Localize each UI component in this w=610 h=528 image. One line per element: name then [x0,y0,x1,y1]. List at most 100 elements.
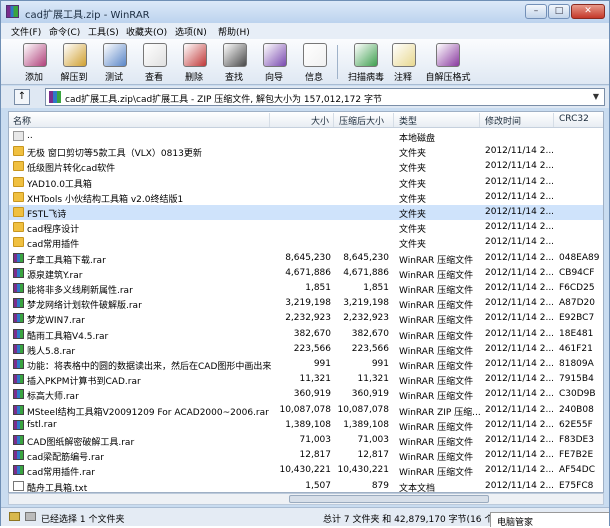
file-name: 源泉建筑Y.rar [27,270,83,281]
file-packed-size: 1,851 [363,283,389,293]
test-button[interactable]: 测试 [95,41,133,83]
file-type: WinRAR 压缩文件 [399,377,474,388]
file-type: WinRAR 压缩文件 [399,346,474,357]
column-divider[interactable] [269,113,270,127]
table-row[interactable]: 梦龙WIN7.rar 2,232,923 2,232,923 WinRAR 压缩文件 2… [9,311,603,326]
scrollbar-thumb[interactable] [289,495,489,503]
file-name: .. [27,131,33,141]
table-row[interactable]: 贱人5.8.rar 223,566 223,566 WinRAR 压缩文件 2012/1… [9,342,603,357]
horizontal-scrollbar[interactable] [8,493,604,505]
table-row[interactable]: 功能：将表格中的圆的数据读出来，然后在CAD图形中画出来... 991 991 Win… [9,357,603,372]
column-name[interactable]: 名称 [13,114,31,127]
table-row[interactable]: 酷舟工具箱.txt 1,507 879 文本文档 2012/11/14 2... E75F… [9,479,603,492]
file-name: 功能：将表格中的圆的数据读出来，然后在CAD图形中画出来... [27,362,272,372]
file-crc: E75FC8 [559,480,594,491]
file-packed-size: 71,003 [357,435,390,445]
column-crc[interactable]: CRC32 [559,114,589,124]
view-button[interactable]: 查看 [135,41,173,83]
table-row[interactable]: XHTools 小伙结构工具箱 v2.0终结版1 文件夹 2012/11/14 2.… [9,190,603,205]
menu-favorites[interactable]: 收藏夹(O) [126,25,167,38]
virus-scan-icon [354,43,378,67]
window-title: cad扩展工具.zip - WinRAR [25,10,150,21]
rar-file-icon [13,267,24,278]
comment-button[interactable]: 注释 [384,41,422,83]
rar-file-icon [13,419,24,430]
folder-icon [13,161,24,172]
table-row[interactable]: MSteel结构工具箱V20091209 For ACAD2000~2006.r… [9,403,603,418]
table-row[interactable]: 酷雨工具箱V4.5.rar 382,670 382,670 WinRAR 压缩文件 20… [9,327,603,342]
rar-file-icon [13,359,24,369]
find-button[interactable]: 查找 [215,41,253,83]
minimize-button[interactable]: – [525,4,547,19]
info-button[interactable]: 信息 [295,41,333,83]
table-row[interactable]: 低级图片转化cad软件 文件夹 2012/11/14 2... [9,159,603,174]
title-bar[interactable]: cad扩展工具.zip - WinRAR – □ ✕ [1,1,609,23]
file-type: WinRAR 压缩文件 [399,453,474,464]
file-modified: 2012/11/14 2... [485,404,555,415]
column-divider[interactable] [553,113,554,127]
file-crc: 81809A [559,359,594,369]
column-divider[interactable] [333,113,334,127]
table-row[interactable]: .. 本地磁盘 [9,129,603,144]
column-size[interactable]: 大小 [311,114,329,127]
file-packed-size: 382,670 [351,328,389,339]
chevron-down-icon[interactable]: ▼ [590,91,602,103]
table-row[interactable]: cad梁配筋编号.rar 12,817 12,817 WinRAR 压缩文件 2012/… [9,448,603,464]
toolbar-separator [337,45,338,79]
column-packed[interactable]: 压缩后大小 [339,114,384,127]
file-type: WinRAR 压缩文件 [399,392,474,403]
file-modified: 2012/11/14 2... [485,191,555,202]
file-size: 1,389,108 [285,419,331,430]
file-packed-size: 8,645,230 [343,252,389,263]
column-divider[interactable] [479,113,480,127]
folder-icon [13,146,24,157]
table-row[interactable]: 标高大师.rar 360,919 360,919 WinRAR 压缩文件 2012/11… [9,387,603,403]
file-name: 梦龙网络计划软件破解版.rar [27,301,142,312]
file-packed-size: 10,430,221 [337,465,389,476]
menu-tools[interactable]: 工具(S) [88,25,119,38]
virus-scan-button[interactable]: 扫描病毒 [343,41,389,83]
menu-command[interactable]: 命令(C) [49,25,80,38]
maximize-button[interactable]: □ [548,4,570,19]
table-row[interactable]: 无极 窗口剪切等5款工具（VLX）0813更新 文件夹 2012/11/14 2..… [9,144,603,159]
delete-button[interactable]: 删除 [175,41,213,83]
test-icon [103,43,127,67]
menu-help[interactable]: 帮助(H) [218,25,250,38]
archive-path: cad扩展工具.zip\cad扩展工具 - ZIP 压缩文件, 解包大小为 15… [65,95,382,105]
info-icon [303,43,327,67]
table-row[interactable]: 子章工具箱下载.rar 8,645,230 8,645,230 WinRAR 压缩文件… [9,251,603,266]
column-modified[interactable]: 修改时间 [485,114,521,127]
column-divider[interactable] [393,113,394,127]
archive-icon [49,91,61,103]
table-row[interactable]: fstl.rar 1,389,108 1,389,108 WinRAR 压缩文件 201… [9,418,603,433]
up-folder-button[interactable]: ↑ [14,89,30,105]
file-packed-size: 360,919 [351,389,389,400]
file-crc: 18E481 [559,328,594,339]
file-modified: 2012/11/14 2... [485,283,555,293]
table-row[interactable]: 源泉建筑Y.rar 4,671,886 4,671,886 WinRAR 压缩文件 20… [9,266,603,281]
table-row[interactable]: cad程序设计 文件夹 2012/11/14 2... [9,220,603,235]
sfx-button[interactable]: 自解压格式 [425,41,471,83]
file-list[interactable]: 名称 大小 压缩后大小 类型 修改时间 CRC32 .. 本地磁盘 无极 窗口剪切等… [8,111,604,493]
table-row[interactable]: CAD图纸解密破解工具.rar 71,003 71,003 WinRAR 压缩文件 20… [9,433,603,448]
table-row[interactable]: YAD10.0工具箱 文件夹 2012/11/14 2... [9,175,603,190]
add-button[interactable]: 添加 [15,41,53,83]
path-dropdown[interactable]: cad扩展工具.zip\cad扩展工具 - ZIP 压缩文件, 解包大小为 15… [45,88,605,106]
table-row[interactable]: 插入PKPM计算书到CAD.rar 11,321 11,321 WinRAR 压缩文件… [9,372,603,388]
menu-options[interactable]: 选项(N) [175,25,207,38]
column-type[interactable]: 类型 [399,114,417,127]
close-button[interactable]: ✕ [571,4,605,19]
table-row[interactable]: 能将非多义线刷新属性.rar 1,851 1,851 WinRAR 压缩文件 2012/… [9,281,603,296]
file-size: 10,087,078 [279,404,331,415]
status-total: 总计 7 文件夹 和 42,879,170 字节(16 个文件) [323,515,515,525]
wizard-button[interactable]: 向导 [255,41,293,83]
table-row[interactable]: 梦龙网络计划软件破解版.rar 3,219,198 3,219,198 WinRAR … [9,296,603,312]
folder-icon [13,222,24,233]
menu-file[interactable]: 文件(F) [11,25,41,38]
extract-to-button[interactable]: 解压到 [55,41,93,83]
table-row[interactable]: cad常用插件.rar 10,430,221 10,430,221 WinRAR 压缩… [9,463,603,478]
rar-file-icon [13,465,24,476]
file-type: 文件夹 [399,179,427,190]
table-row[interactable]: cad常用插件 文件夹 2012/11/14 2... [9,235,603,250]
table-row[interactable]: FSTL飞诗 文件夹 2012/11/14 2... [9,205,603,220]
